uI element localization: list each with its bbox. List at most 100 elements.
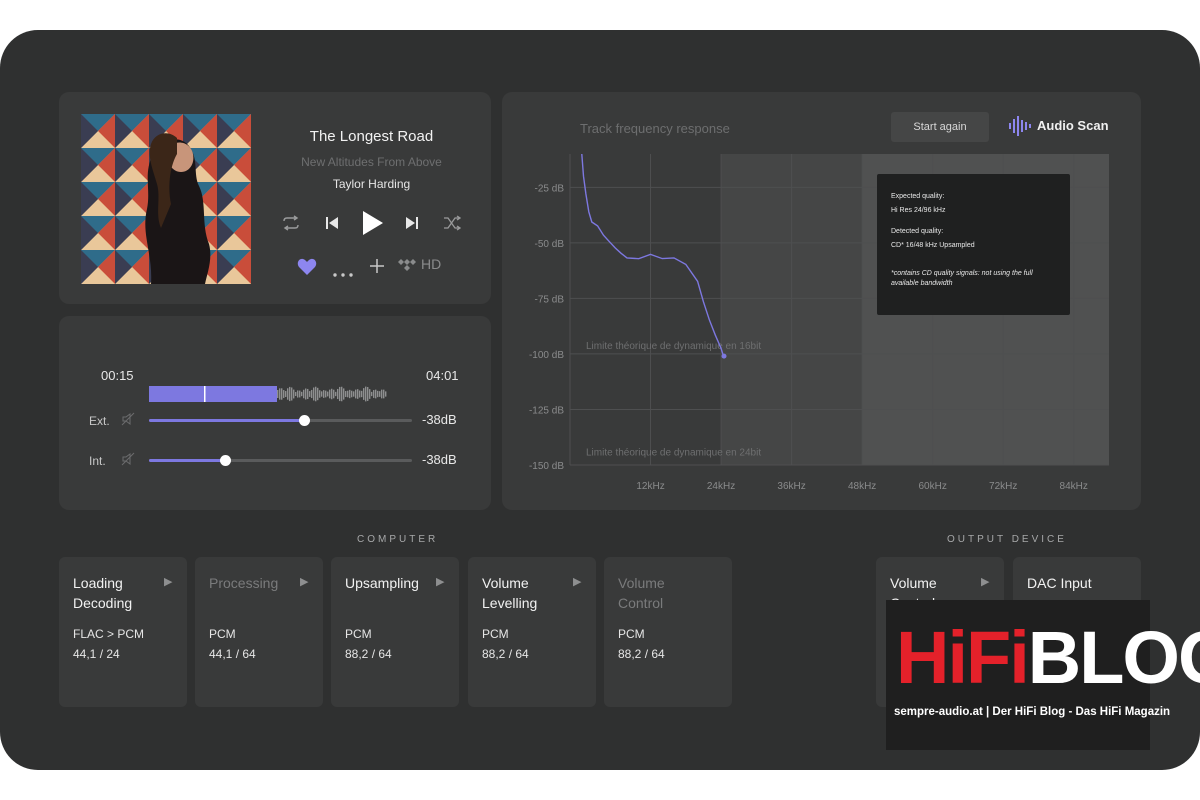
mute-icon[interactable]	[121, 452, 135, 471]
waveform-bar	[369, 389, 371, 399]
watermark-logo-blog: BLOG	[1027, 616, 1200, 699]
stage-format: PCM	[345, 627, 372, 641]
waveform-bar	[365, 386, 367, 402]
waveform-bar	[323, 390, 325, 398]
stage-arrow-icon: ▶	[436, 576, 445, 588]
tidal-icon	[397, 258, 417, 277]
stage-format: FLAC > PCM	[73, 627, 145, 641]
stage-card-4[interactable]: Volume Control PCM 88,2 / 64	[604, 557, 732, 707]
transport-controls	[281, 209, 462, 242]
waveform-bar	[357, 389, 359, 399]
expected-quality-value: Hi Res 24/96 kHz	[891, 207, 946, 214]
waveform-bar	[301, 391, 303, 397]
waveform-bar	[345, 391, 347, 397]
stage-name: Processing	[209, 575, 279, 591]
stage-card-3[interactable]: Volume Levelling ▶ PCM 88,2 / 64	[468, 557, 596, 707]
waveform-bar	[303, 389, 305, 399]
waveform-bar	[321, 391, 323, 397]
waveform-bar	[283, 390, 285, 398]
output-device-section-label: OUTPUT DEVICE	[947, 534, 1067, 545]
waveform-bar	[353, 391, 355, 397]
waveform-bar	[367, 387, 369, 401]
more-icon[interactable]	[333, 264, 353, 282]
stage-arrow-icon: ▶	[981, 576, 990, 588]
track-album: New Altitudes From Above	[301, 155, 442, 169]
int-volume-slider[interactable]	[149, 455, 412, 466]
computer-section-label: COMPUTER	[357, 534, 439, 545]
int-volume-handle[interactable]	[220, 455, 232, 466]
stage-name: Loading Decoding	[73, 575, 133, 611]
waveform-played	[149, 386, 277, 402]
shuffle-icon[interactable]	[443, 215, 462, 236]
ext-volume-value: -38dB	[422, 412, 457, 427]
waveform-bar	[335, 391, 337, 397]
waveform-bar	[355, 389, 357, 399]
mute-icon[interactable]	[121, 412, 135, 431]
waveform-bar	[281, 388, 283, 400]
waveform-bar	[363, 388, 365, 400]
waveform-bar	[319, 390, 321, 398]
stage-arrow-icon: ▶	[300, 576, 309, 588]
waveform-bar	[307, 388, 309, 400]
waveform-bar	[305, 388, 307, 400]
frequency-response-line	[581, 153, 725, 359]
waveform-bar	[313, 387, 315, 401]
ext-volume-handle[interactable]	[299, 415, 311, 426]
waveform-bar	[347, 390, 349, 398]
int-volume-label: Int.	[89, 454, 106, 468]
dynamic-range-annotation: Limite théorique de dynamique en 16bit	[586, 341, 761, 352]
waveform-bar	[277, 389, 279, 399]
y-tick-label: -25 dB	[535, 183, 565, 194]
response-end-marker	[721, 353, 727, 359]
waveform-bar	[375, 389, 377, 399]
heart-icon[interactable]	[297, 258, 317, 281]
x-tick-label: 12kHz	[636, 481, 664, 492]
add-icon[interactable]	[369, 258, 385, 279]
repeat-icon[interactable]	[281, 215, 301, 236]
waveform-scrubber[interactable]	[149, 384, 389, 404]
play-button[interactable]	[361, 209, 385, 242]
x-tick-label: 72kHz	[989, 481, 1017, 492]
watermark-logo: HiFiBLOG	[896, 618, 1200, 698]
waveform-bar	[297, 390, 299, 398]
waveform-bar	[309, 391, 311, 397]
ext-volume-label: Ext.	[89, 414, 110, 428]
previous-icon[interactable]	[325, 216, 339, 235]
playhead[interactable]	[204, 386, 206, 402]
waveform-bar	[373, 390, 375, 398]
now-playing-card: The Longest Road New Altitudes From Abov…	[59, 92, 491, 304]
elapsed-time: 00:15	[101, 368, 134, 383]
waveform-bar	[383, 389, 385, 399]
quality-badge: HD	[421, 256, 442, 272]
x-tick-label: 48kHz	[848, 481, 876, 492]
stage-rate: 88,2 / 64	[345, 647, 392, 661]
dynamic-range-annotation: Limite théorique de dynamique en 24bit	[586, 448, 761, 459]
track-title: The Longest Road	[309, 128, 434, 145]
waveform-bar	[315, 386, 317, 402]
waveform-bar	[287, 388, 289, 400]
waveform-bar	[337, 388, 339, 400]
waveform-bar	[327, 391, 329, 397]
stage-name: Volume Control	[618, 575, 665, 611]
y-tick-label: -125 dB	[529, 405, 564, 416]
quality-note: *contains CD quality signals: not using …	[891, 270, 1033, 287]
ext-volume-fill	[149, 419, 305, 422]
waveform-bar	[371, 391, 373, 397]
watermark: HiFiBLOG sempre-audio.at | Der HiFi Blog…	[886, 600, 1200, 750]
waveform-bar	[377, 390, 379, 398]
watermark-tagline: sempre-audio.at | Der HiFi Blog - Das Hi…	[894, 706, 1171, 718]
stage-card-2[interactable]: Upsampling ▶ PCM 88,2 / 64	[331, 557, 459, 707]
waveform-bar	[295, 391, 297, 397]
next-icon[interactable]	[405, 216, 419, 235]
levels-card: 00:15 04:01 Ext. -38dB Int. -38dB	[59, 316, 491, 510]
stage-name: DAC Input	[1027, 575, 1092, 591]
album-art	[81, 114, 251, 284]
stage-card-0[interactable]: Loading Decoding ▶ FLAC > PCM 44,1 / 24	[59, 557, 187, 707]
stage-card-1[interactable]: Processing ▶ PCM 44,1 / 64	[195, 557, 323, 707]
int-volume-value: -38dB	[422, 452, 457, 467]
stage-format: PCM	[618, 627, 645, 641]
waveform-bar	[329, 389, 331, 399]
x-tick-label: 84kHz	[1060, 481, 1088, 492]
ext-volume-slider[interactable]	[149, 415, 412, 426]
watermark-logo-hifi: HiFi	[896, 616, 1030, 699]
